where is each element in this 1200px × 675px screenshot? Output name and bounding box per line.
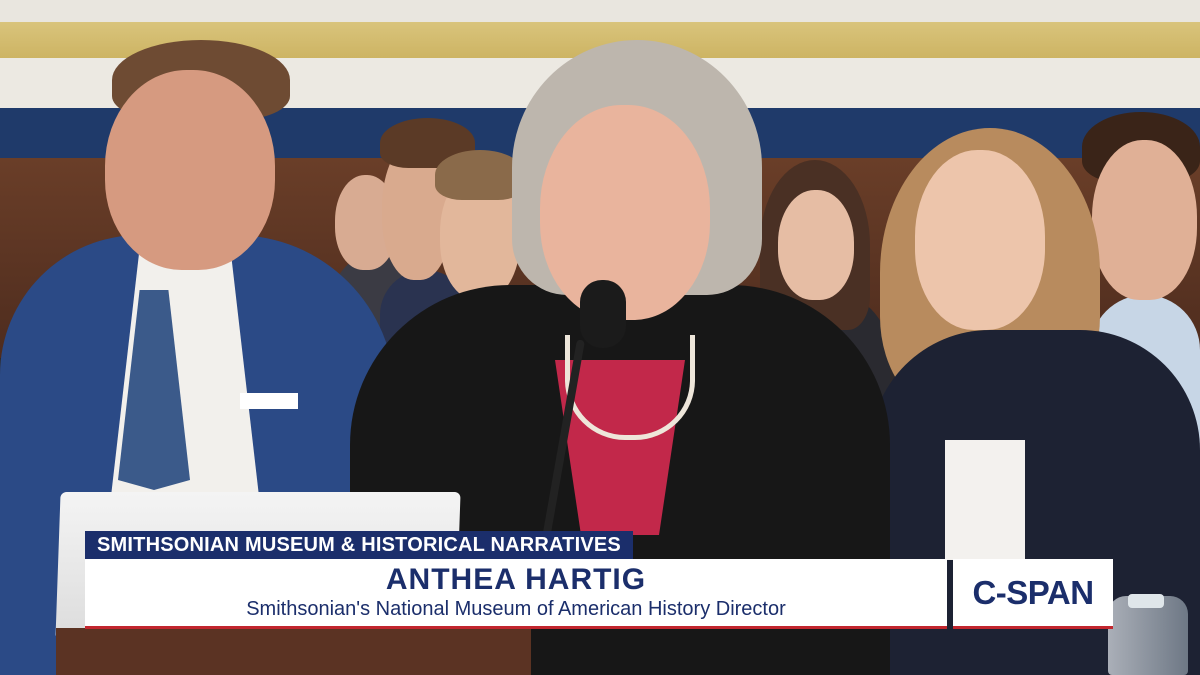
- cspan-logo: C-SPAN: [972, 574, 1094, 611]
- audience-member-head: [915, 150, 1045, 330]
- speaker-name: ANTHEA HARTIG: [385, 563, 647, 596]
- audience-member-blouse: [945, 440, 1025, 560]
- audience-member-head: [778, 190, 854, 300]
- seated-man-head: [105, 70, 275, 270]
- speaker-face: [540, 105, 710, 320]
- lower-third-chyron: ANTHEA HARTIG Smithsonian's National Mus…: [85, 559, 947, 629]
- water-bottle-cap: [1128, 594, 1164, 608]
- audience-member-head: [1092, 140, 1197, 300]
- pocket-square: [240, 393, 298, 409]
- network-logo-box: C-SPAN: [953, 559, 1113, 629]
- microphone: [580, 280, 626, 348]
- topic-banner: SMITHSONIAN MUSEUM & HISTORICAL NARRATIV…: [85, 531, 633, 559]
- speaker-title: Smithsonian's National Museum of America…: [246, 598, 786, 620]
- pearl-necklace: [565, 335, 695, 440]
- ceiling: [0, 0, 1200, 22]
- witness-desk: [56, 628, 531, 675]
